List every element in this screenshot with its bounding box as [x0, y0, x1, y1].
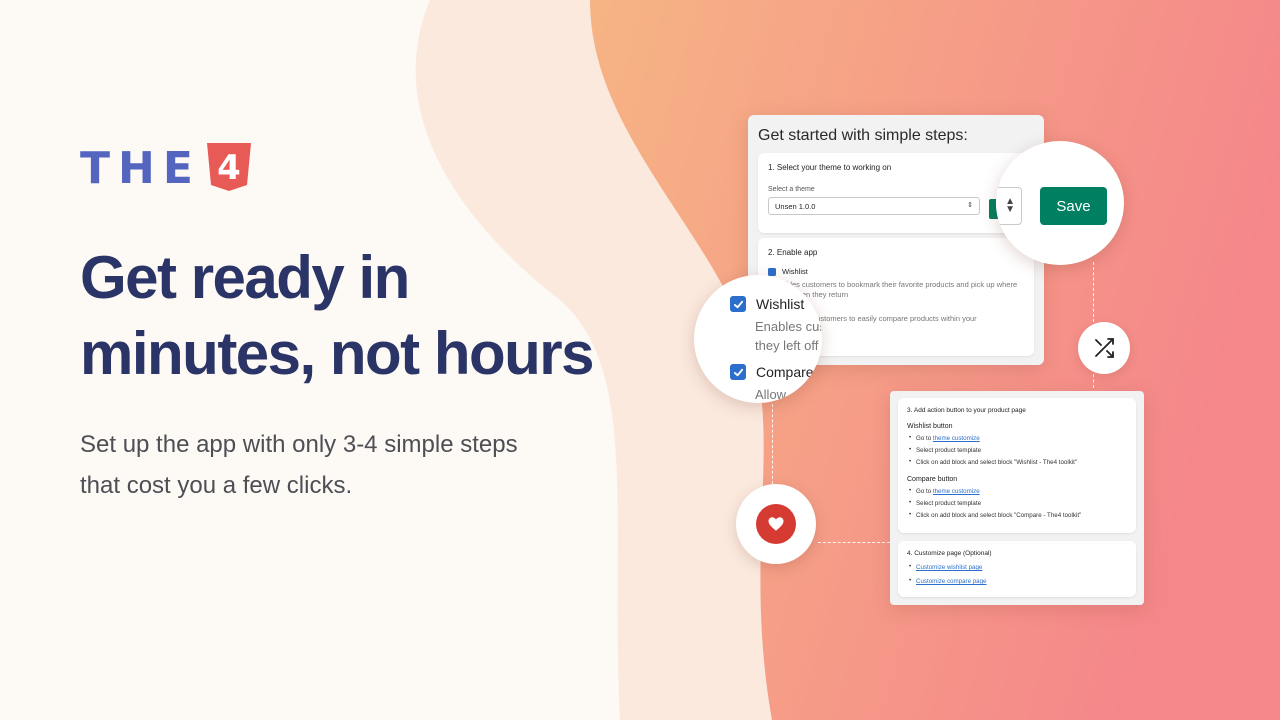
headline-line-2: minutes, not hours	[80, 320, 595, 387]
list-item: Click on add block and select block "Wis…	[907, 458, 1127, 466]
list-item: Select product template	[907, 446, 1127, 454]
list-item: Go to theme customize	[907, 487, 1127, 495]
step-2-title: 2. Enable app	[768, 248, 818, 257]
compare-toggle-zoom[interactable]: Compare	[730, 364, 814, 380]
logo-badge-text: 4	[217, 148, 241, 188]
goto-text: Go to	[916, 488, 932, 495]
step-4-title: 4. Customize page (Optional)	[907, 550, 992, 557]
check-icon[interactable]	[730, 364, 746, 380]
step-4-section: 4. Customize page (Optional) Customize w…	[898, 541, 1136, 597]
save-button[interactable]: Save	[1040, 187, 1107, 225]
list-item: Click on add block and select block "Com…	[907, 511, 1127, 519]
wishlist-description-line-2: off when they return	[782, 290, 849, 299]
list-item: Go to theme customize	[907, 434, 1127, 442]
heart-icon	[768, 517, 784, 531]
heart-badge	[736, 484, 816, 564]
step-1-section: 1. Select your theme to working on Selec…	[758, 153, 1034, 233]
heart-icon-background	[756, 504, 796, 544]
wishlist-label-zoom: Wishlist	[756, 296, 805, 312]
instructions-card: 3. Add action button to your product pag…	[890, 391, 1144, 605]
step-3-section: 3. Add action button to your product pag…	[898, 398, 1136, 533]
brand-logo: THE 4	[80, 143, 253, 194]
step-3-title: 3. Add action button to your product pag…	[907, 407, 1026, 414]
compare-description-zoom: Allow	[755, 387, 787, 402]
wishlist-description-zoom-line-2: they left off	[755, 338, 819, 353]
wishlist-zoom-circle: Wishlist Enables cus they left off Compa…	[694, 275, 822, 403]
subtext: Set up the app with only 3-4 simple step…	[80, 424, 600, 506]
headline-line-1: Get ready in	[80, 244, 410, 311]
logo-text: THE	[80, 143, 201, 194]
wishlist-description-line-1: ables customers to bookmark their favori…	[782, 280, 1018, 289]
customize-compare-link[interactable]: Customize compare page	[907, 577, 1127, 585]
wishlist-button-heading: Wishlist button	[907, 423, 953, 430]
save-zoom-circle: ▲ ▼ Save	[996, 141, 1124, 265]
subtext-line-2: that cost you a few clicks.	[80, 472, 353, 499]
connector-line	[818, 542, 890, 543]
compare-button-heading: Compare button	[907, 476, 958, 483]
theme-customize-link[interactable]: theme customize	[933, 488, 980, 495]
setup-card-title: Get started with simple steps:	[758, 127, 968, 144]
shield-4-icon: 4	[206, 143, 251, 191]
check-icon[interactable]	[768, 267, 776, 276]
wishlist-toggle-zoom[interactable]: Wishlist	[730, 296, 804, 312]
theme-select[interactable]: Unsen 1.0.0 ⇕	[768, 197, 980, 215]
shuffle-icon	[1095, 338, 1114, 358]
subtext-line-1: Set up the app with only 3-4 simple step…	[80, 431, 518, 458]
goto-text: Go to	[916, 435, 932, 442]
headline: Get ready in minutes, not hours	[80, 240, 640, 392]
theme-customize-link[interactable]: theme customize	[933, 435, 980, 442]
check-icon[interactable]	[730, 296, 746, 312]
wishlist-description: ables customers to bookmark their favori…	[782, 280, 1024, 300]
connector-line	[772, 404, 773, 484]
step-1-title: 1. Select your theme to working on	[768, 163, 892, 172]
connector-line	[1093, 374, 1094, 388]
wishlist-label: Wishlist	[782, 267, 808, 276]
connector-line	[1093, 262, 1094, 322]
wishlist-toggle-row[interactable]: Wishlist	[768, 267, 1024, 276]
shuffle-button	[1078, 322, 1130, 374]
select-caret-icon: ▲ ▼	[1005, 196, 1015, 215]
compare-label-zoom: Compare	[756, 364, 814, 380]
list-item: Select product template	[907, 499, 1127, 507]
customize-wishlist-link[interactable]: Customize wishlist page	[907, 563, 1127, 571]
theme-select-value: Unsen 1.0.0	[775, 202, 816, 211]
theme-select-fragment: ▲ ▼	[996, 187, 1022, 225]
theme-select-label: Select a theme	[768, 186, 815, 193]
select-caret-icon: ⇕	[967, 202, 973, 209]
wishlist-description-zoom-line-1: Enables cus	[755, 319, 822, 334]
